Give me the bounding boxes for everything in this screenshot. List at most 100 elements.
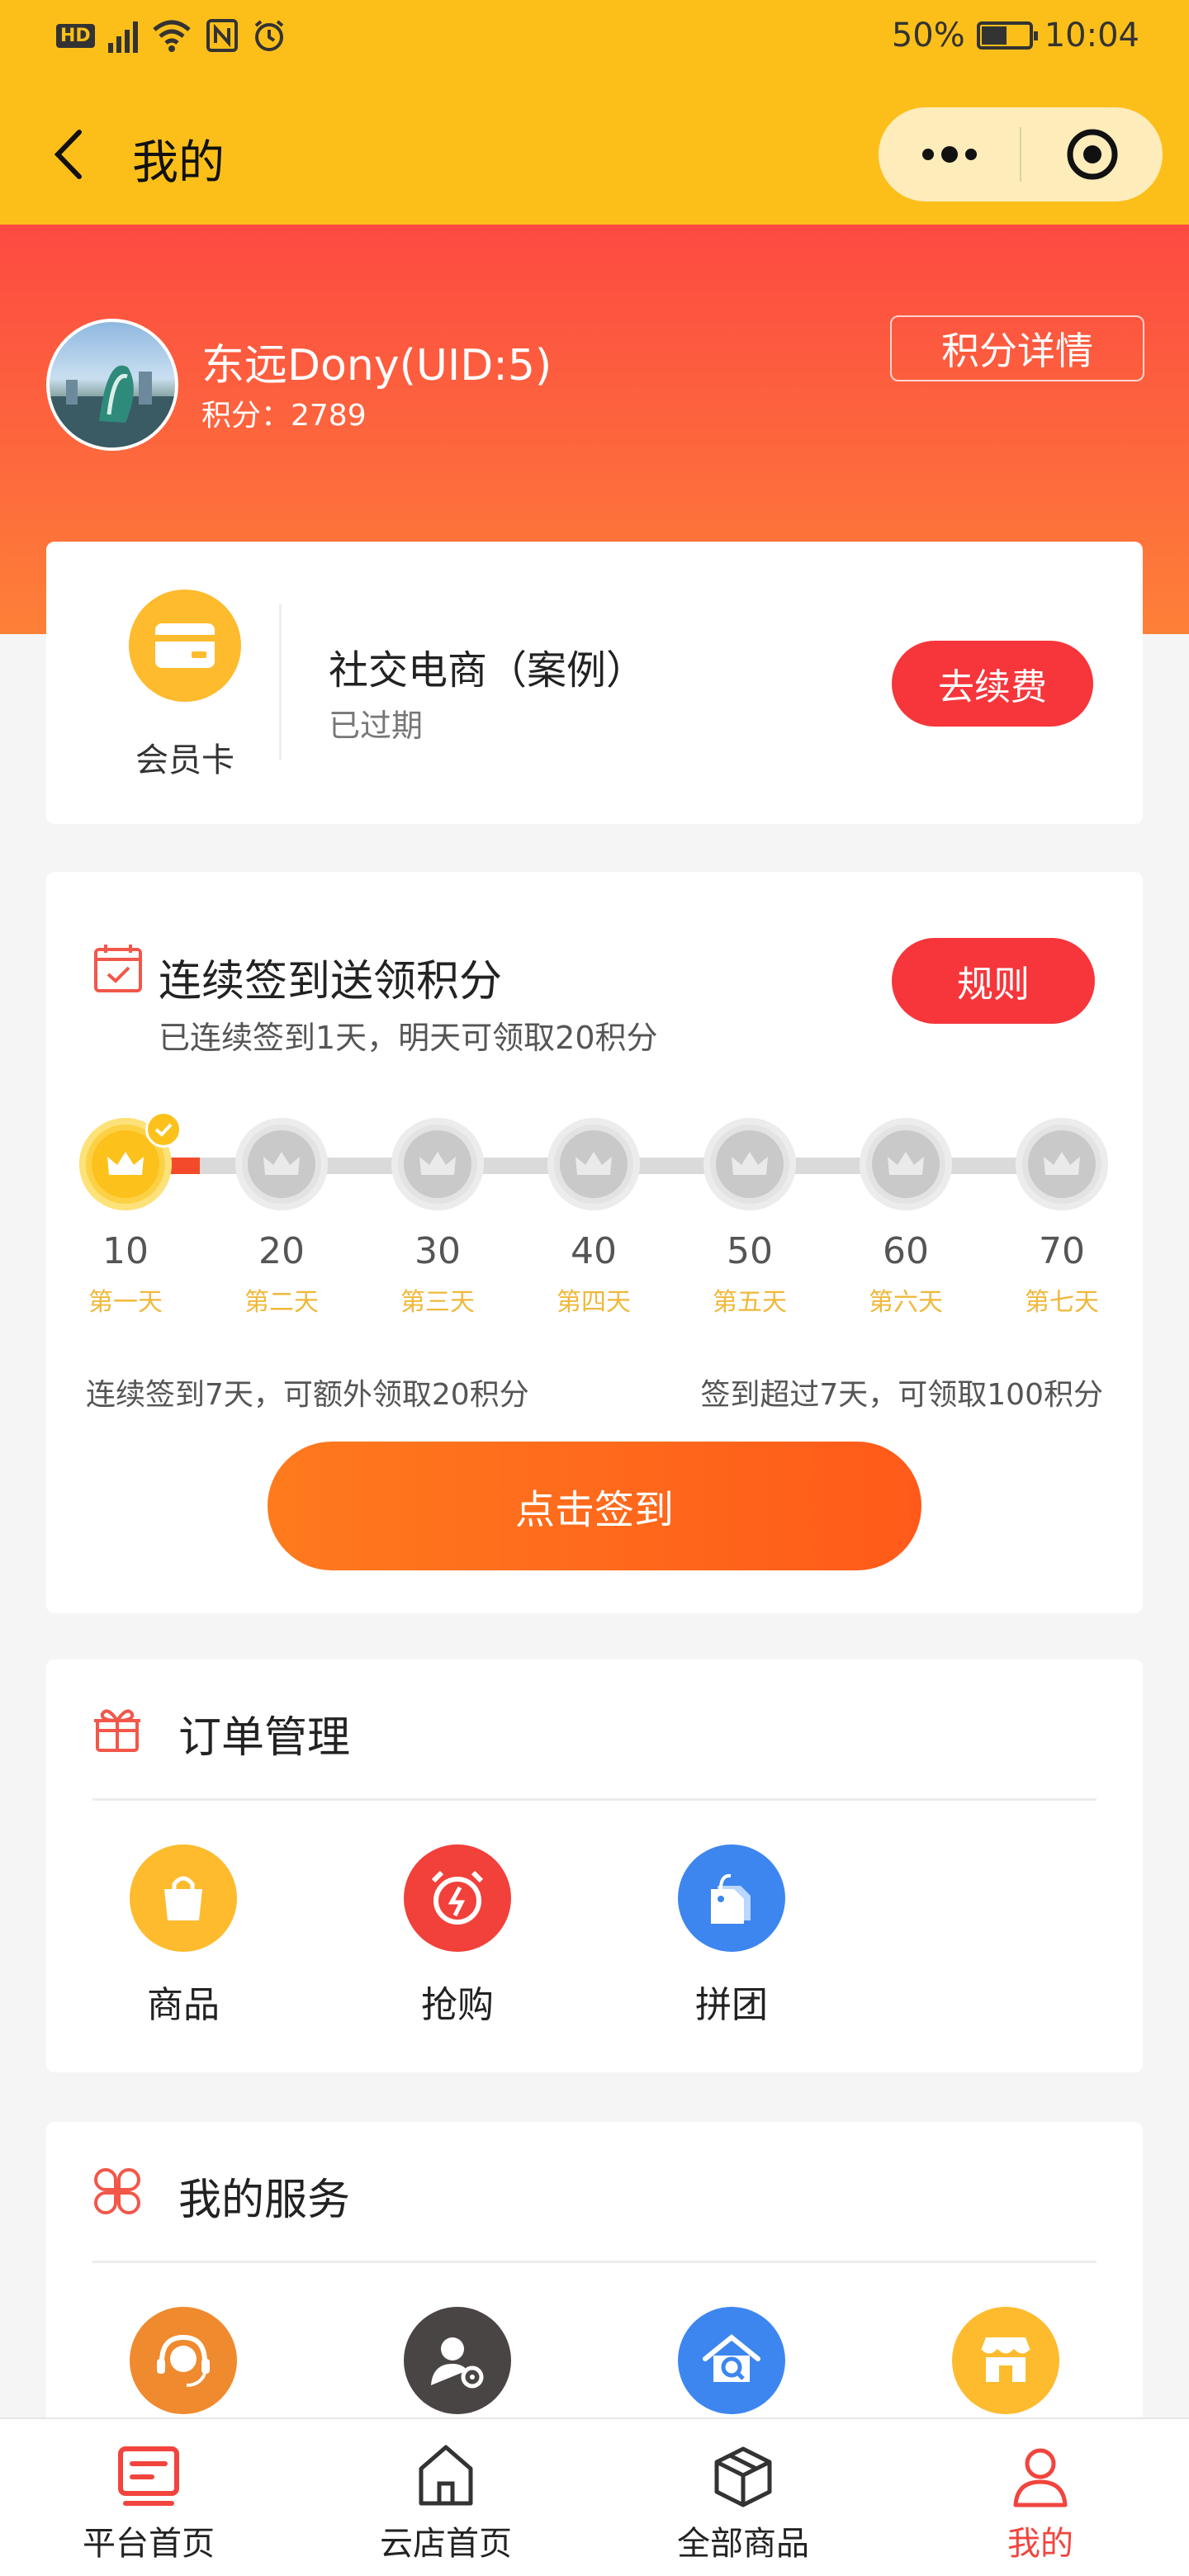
order-management-card: 订单管理 商品 抢购 拼团 xyxy=(46,1660,1143,2072)
user-name: 东远Dony(UID:5) xyxy=(201,341,552,391)
crown-coin-icon xyxy=(860,1118,952,1210)
crown-coin-icon xyxy=(1016,1118,1108,1210)
sign-in-note-left: 连续签到7天，可额外领取20积分 xyxy=(86,1378,529,1412)
member-card-label: 会员卡 xyxy=(135,741,234,779)
order-item-label: 拼团 xyxy=(695,1984,768,2026)
order-item-label: 抢购 xyxy=(421,1984,494,2026)
crown-coin-icon xyxy=(703,1118,796,1210)
gift-icon xyxy=(94,1709,140,1752)
sign-in-day-label: 第五天 xyxy=(713,1288,787,1317)
more-dots-icon xyxy=(921,146,977,163)
sign-in-day-label: 第二天 xyxy=(244,1288,319,1317)
tag-icon xyxy=(678,1844,785,1952)
sign-in-day-points: 20 xyxy=(258,1230,305,1272)
status-icons-right: 50% 10:04 xyxy=(892,17,1139,54)
order-management-title: 订单管理 xyxy=(178,1713,351,1763)
service-item-support[interactable] xyxy=(92,2307,274,2414)
mini-program-capsule xyxy=(879,107,1163,201)
service-item-shop[interactable] xyxy=(915,2307,1097,2414)
close-mini-program-button[interactable] xyxy=(1021,107,1163,201)
points-detail-button[interactable]: 积分详情 xyxy=(890,315,1144,381)
membership-status: 已过期 xyxy=(329,708,424,744)
sign-in-day-label: 第六天 xyxy=(869,1288,943,1317)
target-icon xyxy=(1067,129,1117,180)
sign-in-button[interactable]: 点击签到 xyxy=(268,1442,921,1570)
nfc-icon xyxy=(206,19,238,52)
back-button[interactable] xyxy=(46,125,92,183)
status-bar: HD 50% 10:04 xyxy=(0,0,1189,83)
hd-icon: HD xyxy=(56,23,95,48)
credit-card-icon xyxy=(155,623,215,668)
clock: 10:04 xyxy=(1044,17,1139,54)
tab-all-products[interactable]: 全部商品 xyxy=(594,2419,892,2576)
signal-icon xyxy=(107,18,138,53)
crown-coin-icon xyxy=(235,1118,328,1210)
sign-in-day-points: 30 xyxy=(414,1230,461,1272)
rules-button[interactable]: 规则 xyxy=(892,938,1095,1024)
tab-cloud-store-home[interactable]: 云店首页 xyxy=(297,2419,594,2576)
shopping-bag-icon xyxy=(130,1844,237,1952)
page-title: 我的 xyxy=(132,136,225,190)
sign-in-day-label: 第七天 xyxy=(1025,1288,1099,1317)
user-points: 积分：2789 xyxy=(201,399,367,433)
user-settings-icon xyxy=(404,2307,511,2414)
sign-in-day-points: 60 xyxy=(883,1230,929,1272)
title-bar: 我的 xyxy=(0,83,1189,225)
headset-icon xyxy=(130,2307,237,2414)
my-services-title: 我的服务 xyxy=(178,2176,351,2225)
grid-apps-icon xyxy=(94,2168,140,2214)
calendar-check-icon xyxy=(94,945,142,992)
home-search-icon xyxy=(678,2307,785,2414)
alarm-icon xyxy=(254,20,283,51)
alarm-clock-icon xyxy=(404,1844,511,1952)
service-item-account[interactable] xyxy=(367,2307,548,2414)
member-card-icon-button[interactable] xyxy=(129,590,241,702)
more-button[interactable] xyxy=(879,107,1020,201)
membership-name: 社交电商（案例） xyxy=(329,647,647,694)
section-divider xyxy=(92,2261,1097,2263)
crown-coin-icon xyxy=(547,1118,640,1210)
sign-in-day-points: 70 xyxy=(1039,1230,1085,1272)
wifi-icon xyxy=(153,20,191,52)
tab-platform-home[interactable]: 平台首页 xyxy=(0,2419,297,2576)
sign-in-subtitle: 已连续签到1天，明天可领取20积分 xyxy=(159,1020,658,1056)
tab-label: 平台首页 xyxy=(83,2525,215,2563)
tab-label: 我的 xyxy=(1007,2525,1073,2563)
sign-in-day-label: 第三天 xyxy=(400,1288,475,1317)
chevron-left-icon xyxy=(54,130,82,179)
user-icon xyxy=(1013,2448,1068,2507)
sign-in-title: 连续签到送领积分 xyxy=(159,957,503,1006)
crown-coin-icon xyxy=(391,1118,484,1210)
sign-in-card: 连续签到送领积分 已连续签到1天，明天可领取20积分 规则 10 第一天 20 第二天… xyxy=(46,872,1143,1613)
status-icons-left: HD xyxy=(56,18,287,53)
store-icon xyxy=(952,2307,1059,2414)
sign-in-day-label: 第四天 xyxy=(557,1288,631,1317)
renew-button[interactable]: 去续费 xyxy=(892,641,1093,727)
box-icon xyxy=(714,2446,772,2507)
avatar-image xyxy=(50,365,175,447)
member-card-divider xyxy=(279,604,282,760)
battery-percent: 50% xyxy=(891,17,965,54)
sign-in-day-points: 40 xyxy=(571,1230,617,1272)
newspaper-icon xyxy=(118,2446,179,2506)
service-item-store-search[interactable] xyxy=(641,2307,822,2414)
sign-in-day-points: 10 xyxy=(102,1230,149,1272)
tab-label: 云店首页 xyxy=(380,2525,512,2563)
section-divider xyxy=(92,1798,1097,1801)
battery-fill xyxy=(981,26,1007,45)
member-card: 会员卡 社交电商（案例） 已过期 去续费 xyxy=(46,542,1143,824)
tab-mine[interactable]: 我的 xyxy=(892,2419,1189,2576)
avatar[interactable] xyxy=(46,319,178,451)
tab-label: 全部商品 xyxy=(677,2525,809,2563)
order-item-group-buy[interactable]: 拼团 xyxy=(641,1844,822,2028)
order-item-flash-sale[interactable]: 抢购 xyxy=(367,1844,548,2028)
order-item-goods[interactable]: 商品 xyxy=(92,1844,274,2028)
home-icon xyxy=(419,2445,473,2506)
sign-in-day-label: 第一天 xyxy=(88,1288,163,1317)
battery-icon xyxy=(976,21,1038,50)
bottom-tab-bar: 平台首页 云店首页 全部商品 我的 xyxy=(0,2417,1189,2576)
order-item-label: 商品 xyxy=(147,1984,220,2026)
sign-in-day-points: 50 xyxy=(727,1230,773,1272)
check-icon xyxy=(145,1111,182,1148)
sign-in-note-right: 签到超过7天，可领取100积分 xyxy=(700,1378,1103,1412)
